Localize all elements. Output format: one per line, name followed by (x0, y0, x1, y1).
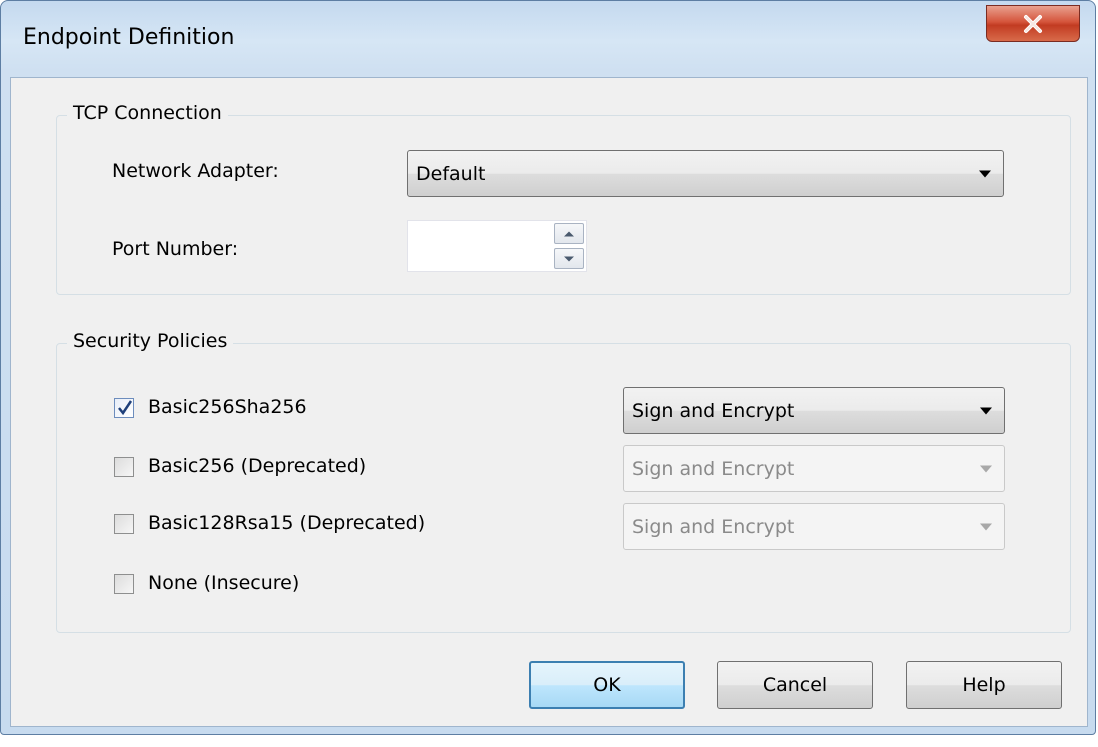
basic128rsa15-label[interactable]: Basic128Rsa15 (Deprecated) (148, 512, 425, 534)
basic256sha256-mode-dropdown[interactable]: Sign and Encrypt (623, 387, 1005, 434)
arrow-up-icon (564, 231, 574, 236)
title-bar[interactable]: Endpoint Definition (1, 1, 1095, 79)
basic256sha256-checkbox[interactable] (114, 398, 134, 418)
window-title: Endpoint Definition (23, 25, 235, 50)
network-adapter-value: Default (416, 162, 486, 185)
close-icon (1024, 14, 1042, 33)
port-number-input[interactable] (407, 220, 587, 272)
arrow-down-icon (564, 256, 574, 261)
basic256sha256-mode-value: Sign and Encrypt (632, 399, 795, 422)
basic256sha256-label[interactable]: Basic256Sha256 (148, 396, 307, 418)
basic256-label[interactable]: Basic256 (Deprecated) (148, 455, 366, 477)
chevron-down-icon (979, 170, 991, 177)
basic128rsa15-checkbox[interactable] (114, 514, 134, 534)
basic128rsa15-mode-value: Sign and Encrypt (632, 515, 795, 538)
help-button[interactable]: Help (906, 661, 1062, 709)
port-decrement-button[interactable] (554, 248, 584, 269)
network-adapter-dropdown[interactable]: Default (407, 150, 1004, 197)
dialog-body: TCP Connection Network Adapter: Default … (10, 77, 1088, 727)
chevron-down-icon (980, 523, 992, 530)
close-button[interactable] (986, 5, 1080, 42)
chevron-down-icon (980, 465, 992, 472)
none-insecure-label[interactable]: None (Insecure) (148, 572, 299, 594)
port-number-label: Port Number: (112, 238, 239, 260)
basic256-mode-value: Sign and Encrypt (632, 457, 795, 480)
basic256-checkbox[interactable] (114, 457, 134, 477)
tcp-connection-group-label: TCP Connection (67, 102, 228, 124)
none-insecure-checkbox[interactable] (114, 574, 134, 594)
network-adapter-label: Network Adapter: (112, 160, 279, 182)
chevron-down-icon (980, 407, 992, 414)
basic128rsa15-mode-dropdown[interactable]: Sign and Encrypt (623, 503, 1005, 550)
ok-button[interactable]: OK (529, 661, 685, 709)
endpoint-definition-dialog: Endpoint Definition TCP Connection Netwo… (0, 0, 1096, 735)
security-policies-group-label: Security Policies (67, 330, 234, 352)
port-increment-button[interactable] (554, 223, 584, 244)
cancel-button[interactable]: Cancel (717, 661, 873, 709)
checkmark-icon (118, 400, 133, 416)
basic256-mode-dropdown[interactable]: Sign and Encrypt (623, 445, 1005, 492)
